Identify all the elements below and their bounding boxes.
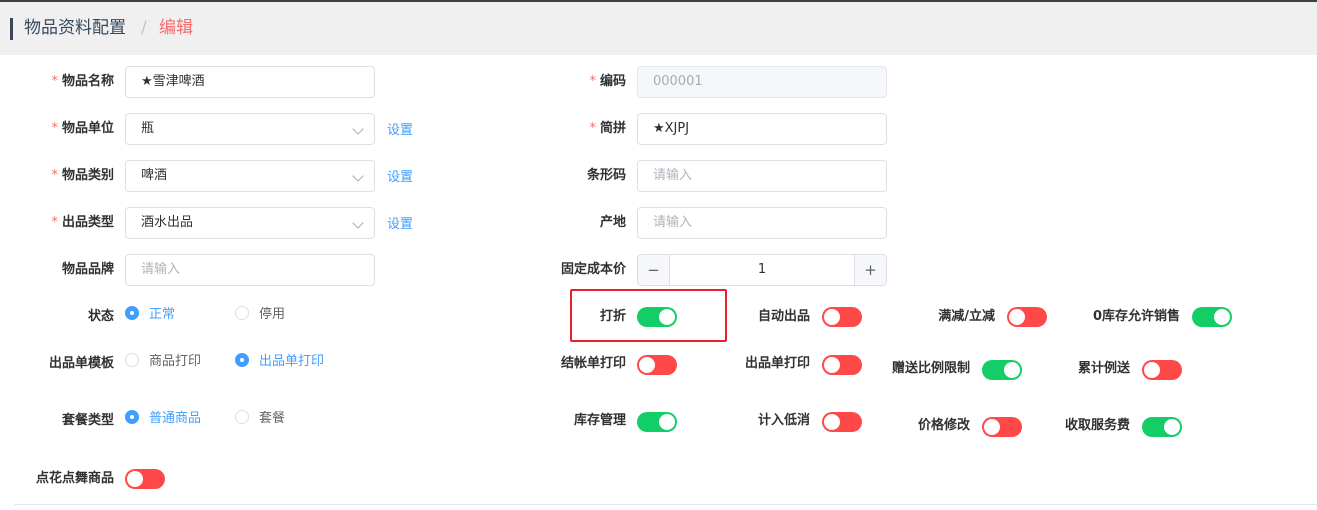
checkout-print-switch[interactable] — [637, 355, 677, 375]
fixed-cost-value[interactable]: 1 — [670, 255, 854, 285]
required-mark: * — [589, 74, 596, 89]
label-code: * 编码 — [589, 74, 626, 89]
gift-ratio-switch[interactable] — [982, 360, 1022, 380]
output-type-value: 酒水出品 — [141, 215, 194, 230]
label-fixed-cost: 固定成本价 — [560, 262, 626, 277]
origin-input[interactable]: 请输入 — [637, 207, 887, 239]
output-type-settings-link[interactable]: 设置 — [387, 209, 413, 241]
code-input: 000001 — [637, 66, 887, 98]
template-radio-goods-print[interactable]: 商品打印 — [125, 352, 201, 372]
category-settings-link[interactable]: 设置 — [387, 162, 413, 194]
breadcrumb-home[interactable]: 物品资料配置 — [24, 17, 126, 39]
price-edit-switch[interactable] — [982, 417, 1022, 437]
package-radio-normal[interactable]: 普通商品 — [125, 409, 201, 429]
highlight-box — [570, 289, 727, 342]
label-package-type: 套餐类型 — [61, 413, 114, 428]
breadcrumb-separator: / — [141, 18, 147, 38]
required-mark: * — [51, 215, 58, 230]
label-barcode: 条形码 — [586, 168, 626, 183]
template-radio-output-print[interactable]: 出品单打印 — [235, 352, 324, 372]
required-mark: * — [51, 74, 58, 89]
label-item-brand: 物品品牌 — [61, 262, 114, 277]
label-output-type: * 出品类型 — [51, 215, 114, 230]
label-service-fee: 收取服务费 — [1064, 418, 1130, 433]
label-template: 出品单模板 — [48, 356, 114, 371]
item-category-select[interactable]: 啤酒 — [125, 160, 375, 192]
radio-dot — [125, 306, 139, 320]
label-stock-mgmt: 库存管理 — [573, 413, 626, 428]
item-brand-input[interactable]: 请输入 — [125, 254, 375, 286]
status-radio-normal[interactable]: 正常 — [125, 305, 175, 325]
label-zero-stock: 0库存允许销售 — [1092, 309, 1180, 324]
required-mark: * — [51, 168, 58, 183]
item-name-input[interactable]: ★雪津啤酒 — [125, 66, 375, 98]
label-item-category: * 物品类别 — [51, 168, 114, 183]
radio-dot — [125, 410, 139, 424]
radio-dot — [235, 306, 249, 320]
chevron-down-icon — [352, 123, 364, 135]
label-output-print: 出品单打印 — [744, 356, 810, 371]
cumulative-gift-switch[interactable] — [1142, 360, 1182, 380]
output-print-switch[interactable] — [822, 355, 862, 375]
promo-switch[interactable] — [1007, 307, 1047, 327]
radio-dot — [235, 410, 249, 424]
chevron-down-icon — [352, 217, 364, 229]
min-consume-switch[interactable] — [822, 412, 862, 432]
radio-dot — [125, 353, 139, 367]
bottom-divider — [14, 504, 1317, 505]
chevron-down-icon — [352, 170, 364, 182]
status-radio-disabled[interactable]: 停用 — [235, 305, 285, 325]
label-pinyin: * 简拼 — [589, 121, 626, 136]
auto-output-switch[interactable] — [822, 307, 862, 327]
page-header: 物品资料配置 / 编辑 — [0, 2, 1317, 55]
label-price-edit: 价格修改 — [917, 418, 970, 433]
label-item-unit: * 物品单位 — [51, 121, 114, 136]
label-item-name: * 物品名称 — [51, 74, 114, 89]
output-type-select[interactable]: 酒水出品 — [125, 207, 375, 239]
package-radio-set-meal[interactable]: 套餐 — [235, 409, 285, 429]
stock-mgmt-switch[interactable] — [637, 412, 677, 432]
label-origin: 产地 — [599, 215, 626, 230]
label-cumulative-gift: 累计例送 — [1077, 361, 1130, 376]
required-mark: * — [589, 121, 596, 136]
radio-dot — [235, 353, 249, 367]
header-accent-bar — [10, 18, 13, 40]
label-auto-output: 自动出品 — [757, 309, 810, 324]
label-promo: 满减/立减 — [938, 309, 995, 324]
item-category-value: 啤酒 — [141, 168, 168, 183]
pinyin-input[interactable]: ★XJPJ — [637, 113, 887, 145]
label-min-consume: 计入低消 — [757, 413, 810, 428]
label-checkout-print: 结帐单打印 — [560, 356, 626, 371]
label-gift-ratio: 赠送比例限制 — [891, 361, 970, 376]
label-status: 状态 — [87, 309, 114, 324]
decrement-button[interactable]: − — [638, 255, 670, 285]
increment-button[interactable]: + — [854, 255, 886, 285]
barcode-input[interactable]: 请输入 — [637, 160, 887, 192]
zero-stock-switch[interactable] — [1192, 307, 1232, 327]
breadcrumb-current: 编辑 — [159, 18, 193, 38]
item-unit-value: 瓶 — [141, 121, 155, 136]
service-fee-switch[interactable] — [1142, 417, 1182, 437]
label-flower-dance: 点花点舞商品 — [35, 471, 114, 486]
required-mark: * — [51, 121, 58, 136]
unit-settings-link[interactable]: 设置 — [387, 115, 413, 147]
flower-dance-switch[interactable] — [125, 469, 165, 489]
fixed-cost-stepper[interactable]: − 1 + — [637, 254, 887, 286]
item-unit-select[interactable]: 瓶 — [125, 113, 375, 145]
